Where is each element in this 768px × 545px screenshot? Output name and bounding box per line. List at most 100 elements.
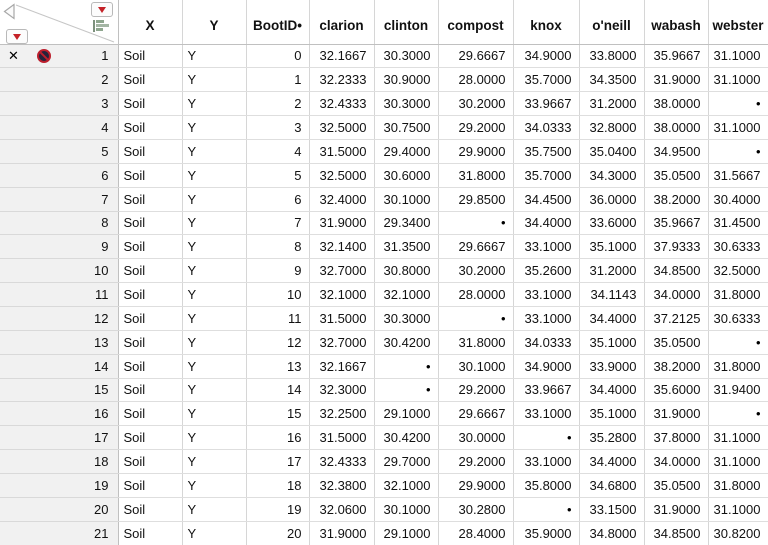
column-header-compost[interactable]: compost xyxy=(438,0,513,44)
cell-x[interactable]: Soil xyxy=(118,139,182,163)
cell-webster[interactable]: 30.4000 xyxy=(708,187,768,211)
cell-y[interactable]: Y xyxy=(182,92,246,116)
cell-bootid[interactable]: 11 xyxy=(246,306,309,330)
cell-knox[interactable]: • xyxy=(513,497,579,521)
cell-knox[interactable]: 34.0333 xyxy=(513,330,579,354)
cell-clarion[interactable]: 31.5000 xyxy=(309,426,374,450)
cell-clarion[interactable]: 32.5000 xyxy=(309,163,374,187)
cell-x[interactable]: Soil xyxy=(118,68,182,92)
cell-clinton[interactable]: 30.1000 xyxy=(374,187,438,211)
cell-wabash[interactable]: 38.0000 xyxy=(644,92,708,116)
cell-webster[interactable]: 31.1000 xyxy=(708,44,768,68)
cell-x[interactable]: Soil xyxy=(118,306,182,330)
cell-clarion[interactable]: 32.1400 xyxy=(309,235,374,259)
cell-clinton[interactable]: 30.3000 xyxy=(374,306,438,330)
column-header-bootid[interactable]: BootID• xyxy=(246,0,309,44)
cell-wabash[interactable]: 34.9500 xyxy=(644,139,708,163)
cell-wabash[interactable]: 37.2125 xyxy=(644,306,708,330)
cell-oneill[interactable]: 35.1000 xyxy=(579,330,644,354)
cell-bootid[interactable]: 16 xyxy=(246,426,309,450)
cell-oneill[interactable]: 34.3500 xyxy=(579,68,644,92)
cell-clarion[interactable]: 32.2500 xyxy=(309,402,374,426)
cell-wabash[interactable]: 35.0500 xyxy=(644,473,708,497)
cell-clarion[interactable]: 31.5000 xyxy=(309,139,374,163)
row-number[interactable]: 10 xyxy=(0,259,118,283)
cell-webster[interactable]: 31.8000 xyxy=(708,354,768,378)
row-number[interactable]: 14 xyxy=(0,354,118,378)
cell-knox[interactable]: 34.9000 xyxy=(513,354,579,378)
cell-clinton[interactable]: 29.1000 xyxy=(374,521,438,545)
row-number[interactable]: 13 xyxy=(0,330,118,354)
cell-clarion[interactable]: 32.5000 xyxy=(309,116,374,140)
cell-bootid[interactable]: 17 xyxy=(246,450,309,474)
cell-knox[interactable]: 33.9667 xyxy=(513,378,579,402)
row-number[interactable]: 12 xyxy=(0,306,118,330)
row-number[interactable]: 5 xyxy=(0,139,118,163)
row-number[interactable]: 9 xyxy=(0,235,118,259)
cell-y[interactable]: Y xyxy=(182,306,246,330)
cell-bootid[interactable]: 7 xyxy=(246,211,309,235)
cell-bootid[interactable]: 9 xyxy=(246,259,309,283)
cell-webster[interactable]: 31.5667 xyxy=(708,163,768,187)
cell-clinton[interactable]: 29.1000 xyxy=(374,402,438,426)
cell-clarion[interactable]: 32.7000 xyxy=(309,330,374,354)
cell-knox[interactable]: 35.7500 xyxy=(513,139,579,163)
cell-compost[interactable]: 29.6667 xyxy=(438,235,513,259)
cell-webster[interactable]: • xyxy=(708,92,768,116)
cell-bootid[interactable]: 1 xyxy=(246,68,309,92)
cell-x[interactable]: Soil xyxy=(118,283,182,307)
cell-clinton[interactable]: 29.7000 xyxy=(374,450,438,474)
cell-y[interactable]: Y xyxy=(182,426,246,450)
cell-y[interactable]: Y xyxy=(182,187,246,211)
cell-compost[interactable]: 30.1000 xyxy=(438,354,513,378)
cell-clarion[interactable]: 31.5000 xyxy=(309,306,374,330)
cell-y[interactable]: Y xyxy=(182,139,246,163)
cell-compost[interactable]: 30.2000 xyxy=(438,92,513,116)
column-header-oneill[interactable]: o'neill xyxy=(579,0,644,44)
cell-clarion[interactable]: 31.9000 xyxy=(309,521,374,545)
columns-red-triangle-menu[interactable] xyxy=(91,2,113,17)
column-header-clarion[interactable]: clarion xyxy=(309,0,374,44)
cell-clarion[interactable]: 32.3000 xyxy=(309,378,374,402)
cell-compost[interactable]: 29.9000 xyxy=(438,473,513,497)
cell-y[interactable]: Y xyxy=(182,235,246,259)
cell-knox[interactable]: 35.8000 xyxy=(513,473,579,497)
cell-clinton[interactable]: 29.3400 xyxy=(374,211,438,235)
cell-compost[interactable]: 28.4000 xyxy=(438,521,513,545)
cell-clinton[interactable]: 30.1000 xyxy=(374,497,438,521)
cell-oneill[interactable]: 36.0000 xyxy=(579,187,644,211)
row-number[interactable]: 16 xyxy=(0,402,118,426)
cell-clinton[interactable]: 32.1000 xyxy=(374,473,438,497)
cell-oneill[interactable]: 34.4000 xyxy=(579,378,644,402)
row-number[interactable]: 15 xyxy=(0,378,118,402)
cell-compost[interactable]: 29.2000 xyxy=(438,116,513,140)
cell-oneill[interactable]: 34.4000 xyxy=(579,450,644,474)
cell-oneill[interactable]: 34.4000 xyxy=(579,306,644,330)
cell-oneill[interactable]: 35.1000 xyxy=(579,402,644,426)
cell-clinton[interactable]: 30.6000 xyxy=(374,163,438,187)
cell-webster[interactable]: 31.1000 xyxy=(708,68,768,92)
column-header-clinton[interactable]: clinton xyxy=(374,0,438,44)
cell-webster[interactable]: • xyxy=(708,330,768,354)
cell-webster[interactable]: 31.8000 xyxy=(708,473,768,497)
cell-clarion[interactable]: 32.0600 xyxy=(309,497,374,521)
cell-clarion[interactable]: 32.1667 xyxy=(309,354,374,378)
cell-webster[interactable]: 32.5000 xyxy=(708,259,768,283)
row-number[interactable]: 3 xyxy=(0,92,118,116)
cell-webster[interactable]: 31.8000 xyxy=(708,283,768,307)
cell-compost[interactable]: 29.9000 xyxy=(438,139,513,163)
cell-webster[interactable]: 31.9400 xyxy=(708,378,768,402)
cell-wabash[interactable]: 31.9000 xyxy=(644,402,708,426)
cell-knox[interactable]: 34.0333 xyxy=(513,116,579,140)
column-header-knox[interactable]: knox xyxy=(513,0,579,44)
cell-oneill[interactable]: 34.6800 xyxy=(579,473,644,497)
cell-wabash[interactable]: 35.9667 xyxy=(644,211,708,235)
cell-webster[interactable]: 30.6333 xyxy=(708,235,768,259)
cell-webster[interactable]: 31.4500 xyxy=(708,211,768,235)
rows-red-triangle-menu[interactable] xyxy=(6,29,28,44)
cell-compost[interactable]: 31.8000 xyxy=(438,330,513,354)
cell-wabash[interactable]: 35.0500 xyxy=(644,330,708,354)
cell-compost[interactable]: 29.8500 xyxy=(438,187,513,211)
panel-collapse-icon[interactable] xyxy=(3,3,16,20)
cell-knox[interactable]: 33.9667 xyxy=(513,92,579,116)
